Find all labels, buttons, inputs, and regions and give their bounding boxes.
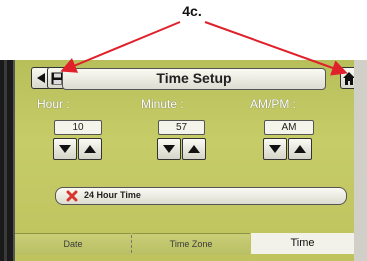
down-arrow-icon <box>59 145 71 153</box>
down-arrow-icon <box>163 145 175 153</box>
up-arrow-icon <box>294 145 306 153</box>
ampm-value: AM <box>264 120 314 135</box>
callout-label: 4c. <box>182 3 202 19</box>
24-hour-time-toggle[interactable]: 24 Hour Time <box>55 187 347 205</box>
hour-down-button[interactable] <box>53 138 77 160</box>
hour-value: 10 <box>54 120 102 135</box>
device-bezel-left <box>0 60 15 261</box>
bezel-trim <box>4 60 7 261</box>
minute-down-button[interactable] <box>157 138 181 160</box>
home-icon <box>343 71 354 85</box>
24-hour-time-label: 24 Hour Time <box>84 190 141 200</box>
red-x-icon <box>66 190 78 202</box>
header-bar: Time Setup <box>62 68 326 90</box>
down-arrow-icon <box>269 145 281 153</box>
ampm-up-button[interactable] <box>288 138 312 160</box>
ampm-down-button[interactable] <box>263 138 287 160</box>
ampm-label: AM/PM : <box>250 97 297 111</box>
page-title: Time Setup <box>156 70 232 86</box>
tab-time[interactable]: Time <box>251 233 354 254</box>
up-arrow-icon <box>84 145 96 153</box>
home-button[interactable] <box>340 67 354 89</box>
thermostat-screen: Time Setup Hour : 10 Minute : 57 AM/PM :… <box>15 60 354 261</box>
hour-up-button[interactable] <box>78 138 102 160</box>
tab-time-zone[interactable]: Time Zone <box>132 233 250 255</box>
minute-up-button[interactable] <box>182 138 206 160</box>
minute-value: 57 <box>158 120 205 135</box>
back-arrow-icon <box>37 73 45 83</box>
up-arrow-icon <box>188 145 200 153</box>
device-bezel-right <box>354 60 367 261</box>
tab-date[interactable]: Date <box>15 233 131 255</box>
minute-label: Minute : <box>141 97 184 111</box>
hour-label: Hour : <box>37 97 70 111</box>
